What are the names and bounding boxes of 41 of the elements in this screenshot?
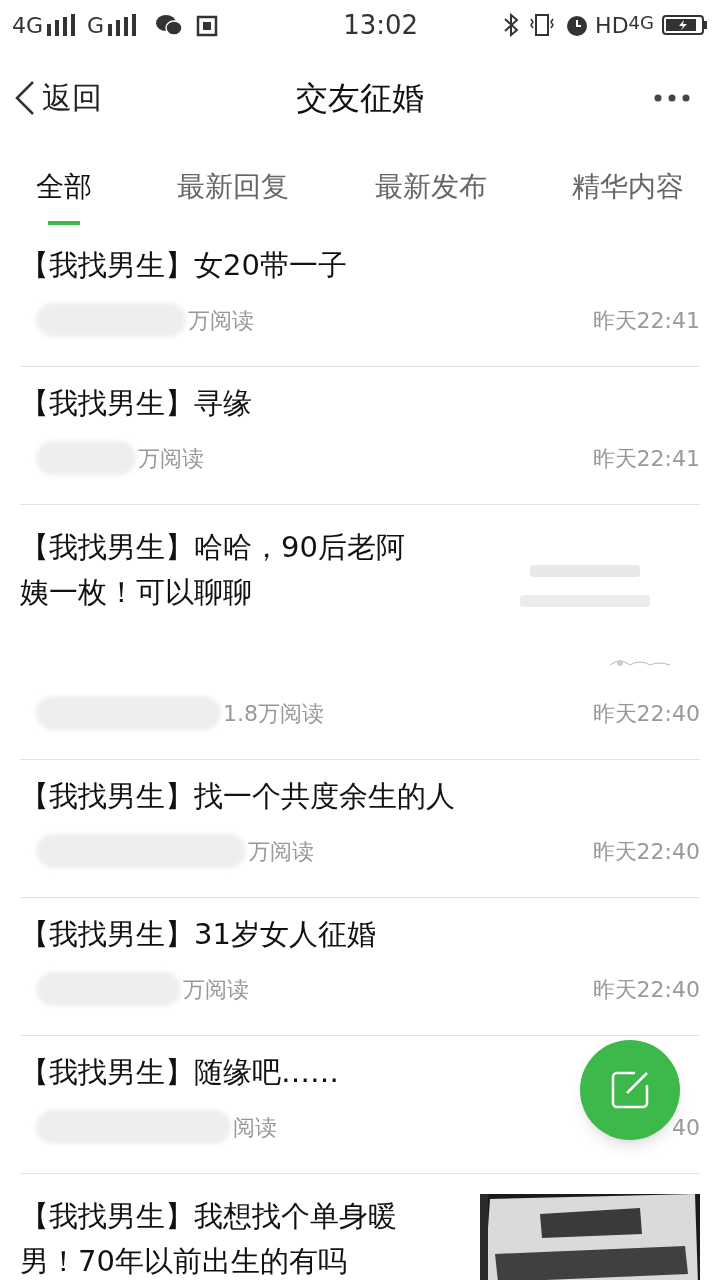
read-count: 万阅读 <box>248 837 314 866</box>
post-title[interactable]: 【我找男生】寻缘 <box>20 381 252 426</box>
back-icon <box>14 79 36 116</box>
network-label: G <box>87 11 105 40</box>
post-title[interactable]: 【我找男生】找一个共度余生的人 <box>20 774 455 819</box>
page-title: 交友征婚 <box>296 77 424 119</box>
tab[interactable]: 全部 <box>16 145 112 229</box>
bluetooth-icon <box>503 13 520 37</box>
read-count: 万阅读 <box>183 975 249 1004</box>
tab[interactable]: 最新回复 <box>157 145 310 229</box>
app-icon <box>196 13 219 37</box>
back-button[interactable]: 返回 <box>0 75 102 120</box>
tab[interactable]: 最新发布 <box>354 145 507 229</box>
post-title[interactable]: 【我找男生】女20带一子 <box>20 243 347 288</box>
more-icon <box>654 93 690 102</box>
post-title[interactable]: 【我找男生】我想找个单身暖男！70年以前出生的有吗 <box>20 1194 420 1280</box>
network-label: 4G <box>628 10 654 35</box>
post-time: 昨天22:40 <box>592 975 700 1004</box>
battery-icon <box>662 14 708 36</box>
post-time: 40 <box>672 1113 700 1142</box>
tab[interactable]: 精华内容 <box>552 145 704 229</box>
hd-label: HD <box>595 11 629 40</box>
read-count: 万阅读 <box>188 306 254 335</box>
network-label: 4G <box>12 11 44 40</box>
post-title[interactable]: 【我找男生】31岁女人征婚 <box>20 912 376 957</box>
read-count: 阅读 <box>233 1113 277 1142</box>
clock: 13:02 <box>343 8 419 42</box>
post-title[interactable]: 【我找男生】随缘吧…… <box>20 1050 339 1095</box>
alarm-icon <box>565 13 590 37</box>
read-count: 万阅读 <box>138 444 204 473</box>
read-count: 1.8万阅读 <box>223 699 324 728</box>
post-title[interactable]: 【我找男生】哈哈，90后老阿姨一枚！可以聊聊 <box>20 525 420 615</box>
tab-indicator <box>48 221 80 225</box>
post-time: 昨天22:40 <box>592 699 700 728</box>
post-time: 昨天22:40 <box>592 837 700 866</box>
signal-icon <box>106 14 139 36</box>
chat-icon <box>156 14 183 36</box>
compose-icon <box>609 1069 651 1111</box>
post-time: 昨天22:41 <box>592 444 700 473</box>
post-time: 昨天22:41 <box>592 306 700 335</box>
signal-icon <box>45 14 78 36</box>
